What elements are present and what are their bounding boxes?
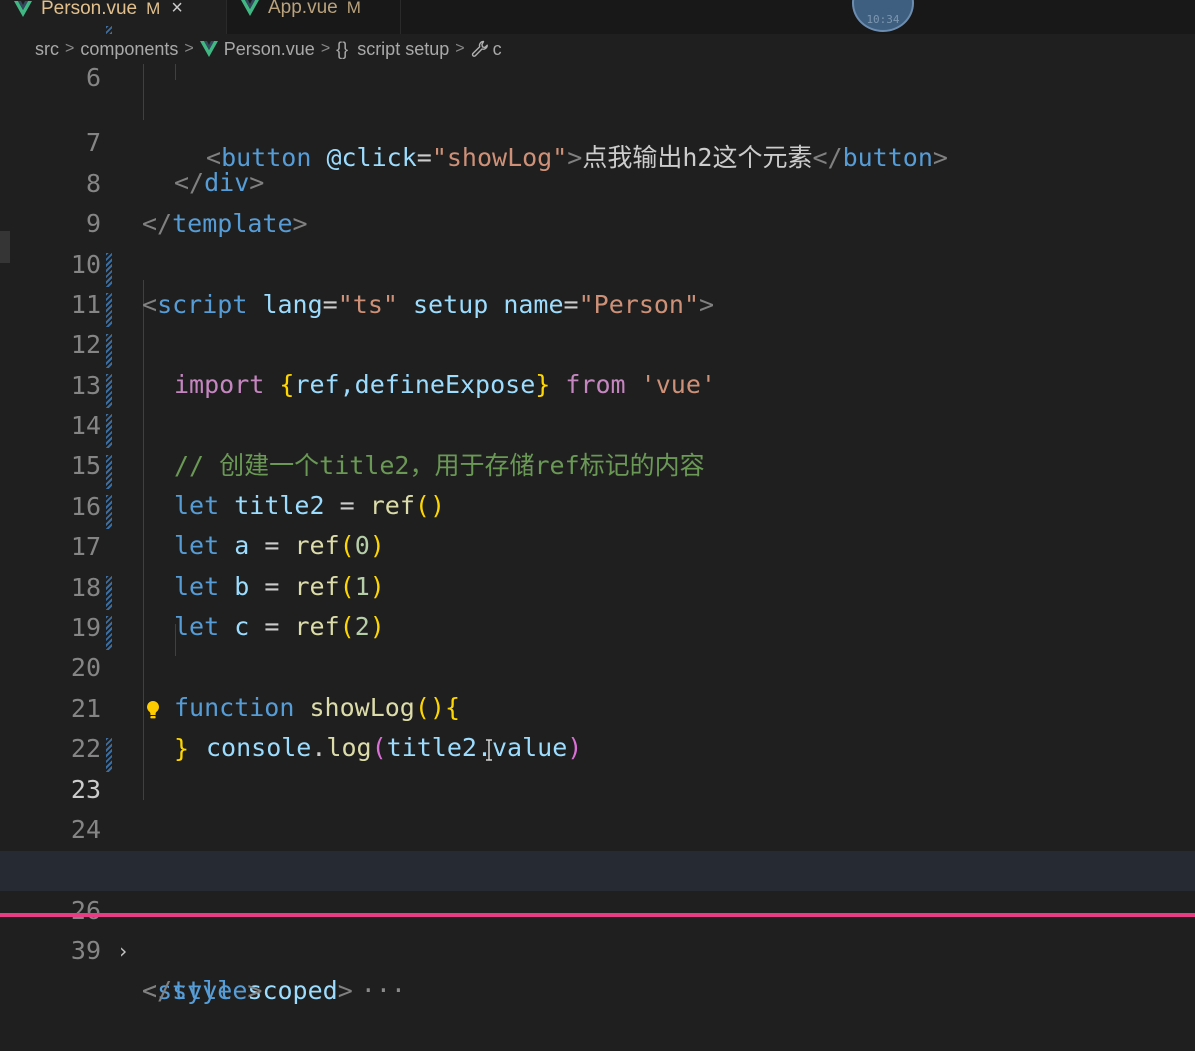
line-number: 39 xyxy=(70,936,101,965)
code-line: 17 let c = ref(2) xyxy=(0,487,1195,641)
wrench-icon xyxy=(471,40,488,57)
text-cursor-icon xyxy=(486,739,492,761)
breadcrumb-separator: > xyxy=(184,40,194,57)
code-line: 21 } xyxy=(0,649,1195,763)
lightbulb-icon[interactable] xyxy=(145,700,161,720)
folded-region-ellipsis[interactable]: ··· xyxy=(361,976,406,1005)
git-change-indicator xyxy=(106,293,112,327)
code-line: 7 </div> xyxy=(0,83,1195,197)
chevron-right-icon[interactable]: › xyxy=(117,931,129,971)
code-line: 14 let title2 = ref() xyxy=(0,366,1195,520)
code-line: 15 let a = ref(0) xyxy=(0,406,1195,560)
breadcrumb-separator: > xyxy=(320,40,331,57)
git-change-indicator xyxy=(106,495,112,529)
code-line: 10 <script lang="ts" setup name="Person"… xyxy=(0,205,1195,319)
code-line: 19 function showLog(){ xyxy=(0,568,1195,722)
breadcrumb-section[interactable]: script setup xyxy=(357,39,449,60)
braces-icon: {} xyxy=(336,38,349,59)
breadcrumb: src > components > Person.vue > {} scrip… xyxy=(0,34,1195,64)
code-line: 39 </style> xyxy=(0,891,1195,1005)
code-line: 22 xyxy=(0,689,1195,763)
close-icon[interactable]: × xyxy=(171,0,183,20)
git-change-indicator xyxy=(106,414,112,448)
git-change-indicator xyxy=(106,576,112,610)
git-change-indicator xyxy=(106,616,112,650)
code-line: 13 // 创建一个title2，用于存储ref标记的内容 xyxy=(0,326,1195,480)
breadcrumb-src[interactable]: src xyxy=(35,39,59,60)
git-change-indicator xyxy=(106,253,112,287)
code-line: 9 xyxy=(0,164,1195,238)
git-change-indicator xyxy=(106,334,112,368)
breadcrumb-separator: > xyxy=(65,40,75,57)
tab-label: Person.vue xyxy=(41,0,138,19)
vue-icon xyxy=(14,0,32,17)
code-line: 16 let b = ref(1) xyxy=(0,447,1195,601)
git-change-indicator xyxy=(106,374,112,408)
code-line: 8 </template> xyxy=(0,124,1195,238)
code-line: 12 xyxy=(0,285,1195,359)
git-change-indicator xyxy=(106,738,112,772)
line-code: </style> xyxy=(142,976,263,1005)
window-bottom-border xyxy=(0,913,1195,917)
breadcrumb-symbol[interactable]: c xyxy=(493,39,502,60)
breadcrumb-file[interactable]: Person.vue xyxy=(224,39,315,60)
git-change-indicator xyxy=(106,455,112,489)
vue-icon xyxy=(199,41,218,57)
breadcrumb-components[interactable]: components xyxy=(80,39,178,60)
code-line: 23 defineExpose({a,b}) xyxy=(0,730,1195,886)
modified-badge: M xyxy=(346,0,361,17)
tab-label: App.vue xyxy=(268,0,338,18)
code-line: 25 xyxy=(0,811,1195,885)
code-line: 11 import {ref,defineExpose} from 'vue' xyxy=(0,245,1195,399)
vue-icon xyxy=(241,0,259,16)
breadcrumb-separator: > xyxy=(455,40,465,57)
code-line-folded: 26 › <style scoped> ··· xyxy=(0,851,1195,1005)
code-line: 24 </script> xyxy=(0,770,1195,884)
modified-badge: M xyxy=(146,0,161,18)
code-line: 20 console.log(title2.value) xyxy=(0,608,1195,762)
code-line: 18 xyxy=(0,528,1195,602)
scroll-indicator xyxy=(0,231,10,263)
code-editor[interactable]: 6 <button @click="showLog">点我输出h2这个元素</b… xyxy=(0,26,1195,1005)
